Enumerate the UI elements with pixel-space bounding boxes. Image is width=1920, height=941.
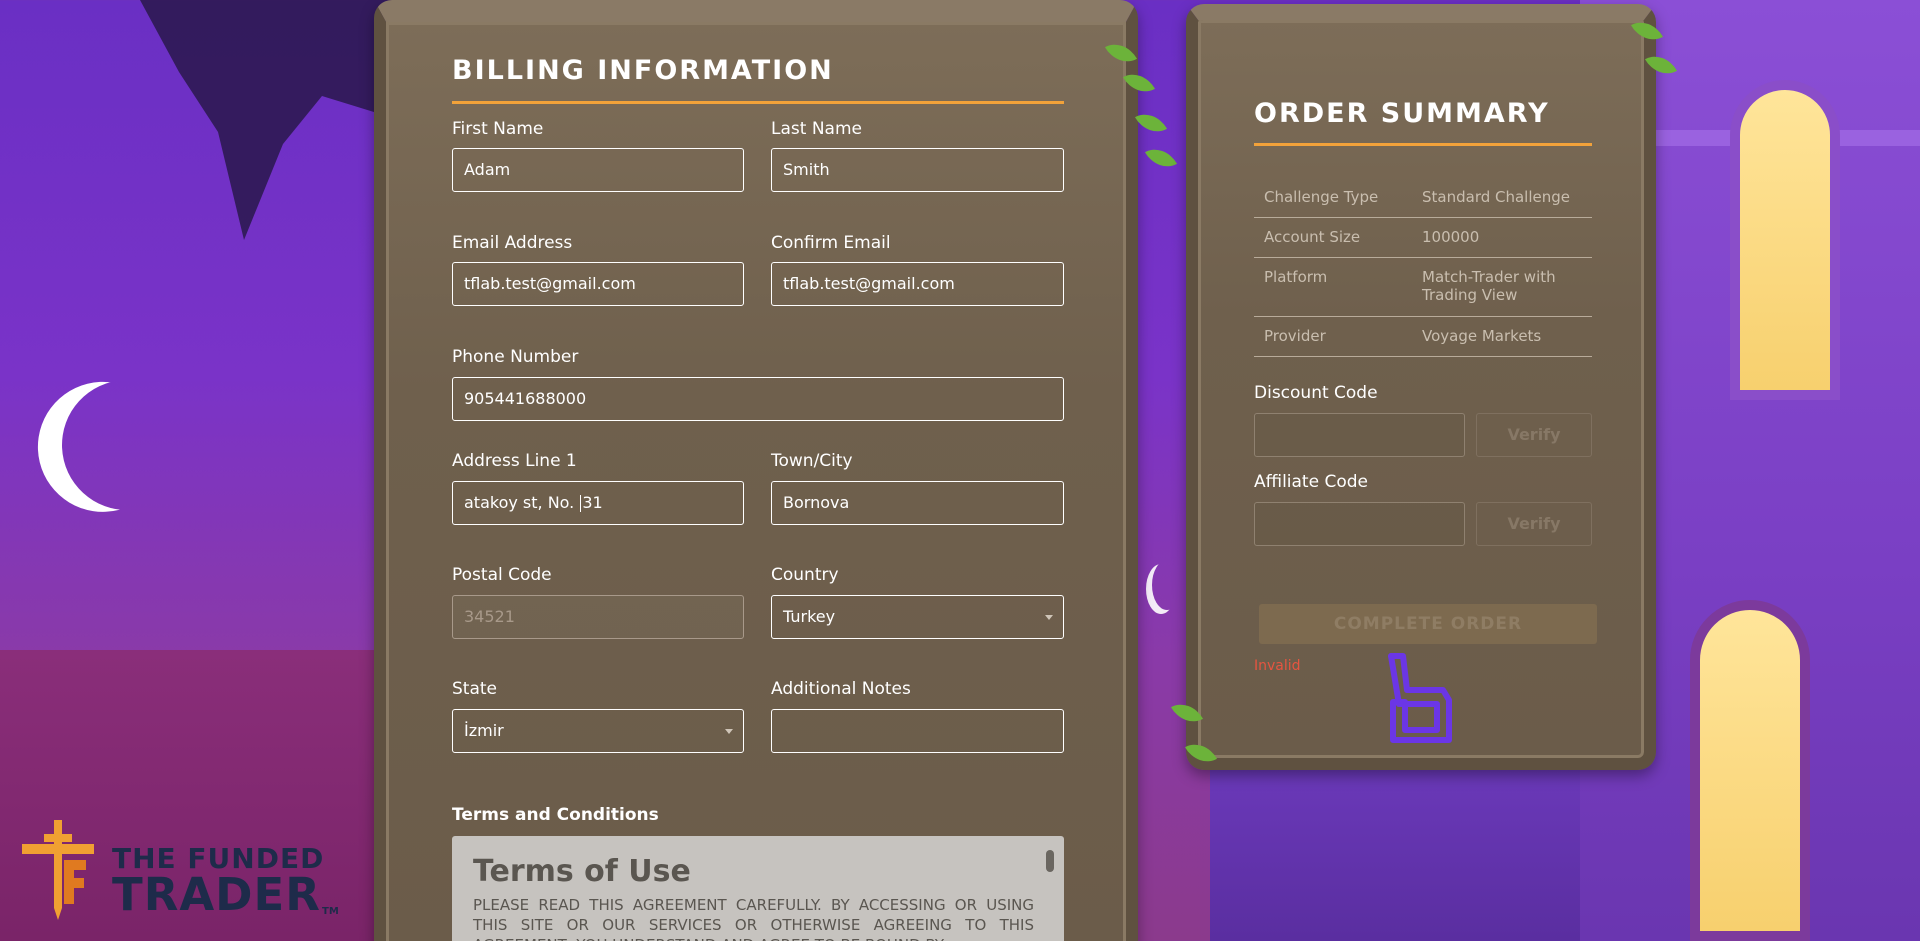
discount-verify-button[interactable]: Verify [1476,413,1592,457]
billing-title-rule [452,101,1064,104]
summary-row: Provider Voyage Markets [1254,317,1592,357]
terms-label: Terms and Conditions [452,805,659,825]
country-selected: Turkey [783,607,836,626]
state-label: State [452,679,497,699]
summary-value: 100000 [1422,228,1480,246]
summary-value: Standard Challenge [1422,188,1571,206]
confirm-email-label: Confirm Email [771,233,891,253]
terms-box[interactable]: Terms of Use PLEASE READ THIS AGREEMENT … [452,836,1064,941]
state-select[interactable]: İzmir [452,709,744,753]
watermark-icon [1388,653,1452,743]
discount-code-input[interactable] [1254,413,1465,457]
summary-key: Account Size [1264,228,1361,246]
summary-title: ORDER SUMMARY [1254,98,1550,129]
first-name-label: First Name [452,119,544,139]
crescent-moon [44,362,211,529]
email-field[interactable]: tflab.test@gmail.com [452,262,744,306]
confirm-email-field[interactable]: tflab.test@gmail.com [771,262,1064,306]
summary-key: Challenge Type [1264,188,1379,206]
state-selected: İzmir [464,721,504,740]
affiliate-code-label: Affiliate Code [1254,472,1368,492]
billing-title: BILLING INFORMATION [452,55,834,86]
notes-field[interactable] [771,709,1064,753]
castle-window [1690,600,1810,941]
discount-code-label: Discount Code [1254,383,1378,403]
country-label: Country [771,565,839,585]
summary-row: Platform Match-Trader with Trading View [1254,258,1592,317]
error-message: Invalid [1254,658,1301,674]
crescent-moon-small [1152,560,1182,610]
affiliate-verify-button[interactable]: Verify [1476,502,1592,546]
castle-window [1730,80,1840,400]
postal-code-label: Postal Code [452,565,552,585]
summary-value: Match-Trader with Trading View [1422,268,1556,304]
summary-value: Voyage Markets [1422,327,1542,345]
terms-scrollbar[interactable] [1046,850,1054,872]
bat-wing-decoration [140,0,400,240]
terms-heading: Terms of Use [473,854,691,889]
summary-key: Platform [1264,268,1328,286]
summary-row: Challenge Type Standard Challenge [1254,178,1592,218]
summary-title-rule [1254,143,1592,146]
phone-field[interactable]: 905441688000 [452,377,1064,421]
terms-body: PLEASE READ THIS AGREEMENT CAREFULLY. BY… [473,896,1034,941]
first-name-field[interactable]: Adam [452,148,744,192]
summary-key: Provider [1264,327,1326,345]
city-field[interactable]: Bornova [771,481,1064,525]
brand-trademark: TM [322,906,339,917]
postal-code-field[interactable]: 34521 [452,595,744,639]
brand-sword-icon [22,820,94,920]
address1-text: 31 [582,493,603,512]
address1-field[interactable]: atakoy st, No. 31 [452,481,744,525]
phone-label: Phone Number [452,347,579,367]
country-select[interactable]: Turkey [771,595,1064,639]
summary-row: Account Size 100000 [1254,218,1592,258]
affiliate-code-input[interactable] [1254,502,1465,546]
city-label: Town/City [771,451,853,471]
notes-label: Additional Notes [771,679,911,699]
address1-label: Address Line 1 [452,451,577,471]
brand-name-line2: TRADER [112,868,321,921]
complete-order-button[interactable]: COMPLETE ORDER [1259,604,1597,644]
last-name-label: Last Name [771,119,862,139]
address1-text: atakoy st, No. [464,493,580,512]
last-name-field[interactable]: Smith [771,148,1064,192]
email-label: Email Address [452,233,573,253]
